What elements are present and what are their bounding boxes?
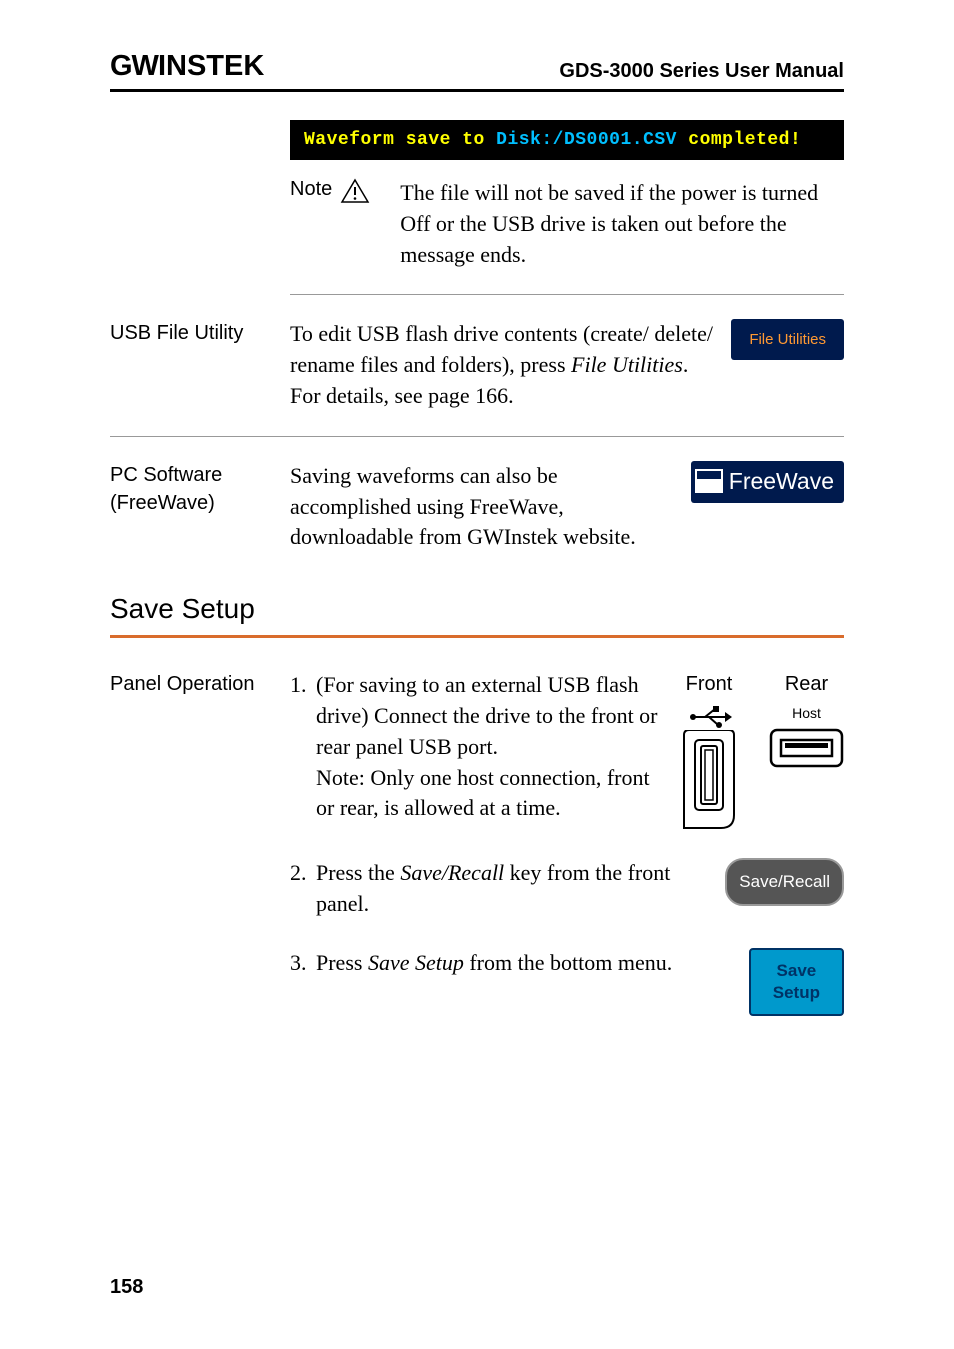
usb-rear-column: Rear Host	[769, 670, 844, 830]
banner-prefix: Waveform save to	[304, 130, 496, 150]
pc-software-text: Saving waveforms can also be accomplishe…	[290, 461, 681, 553]
orange-divider	[110, 635, 844, 638]
note-text: The file will not be saved if the power …	[400, 178, 844, 270]
panel-operation-step-3: 3. Press Save Setup from the bottom menu…	[110, 948, 844, 1016]
brand-logo: GWINSTEK	[110, 50, 264, 83]
waveform-save-banner: Waveform save to Disk:/DS0001.CSV comple…	[290, 120, 844, 160]
panel-operation-label: Panel Operation	[110, 670, 290, 698]
step-3-text: Press Save Setup from the bottom menu.	[316, 948, 729, 979]
step-1-text: (For saving to an external USB flash dri…	[316, 670, 661, 824]
freewave-badge: FreeWave	[691, 461, 844, 503]
step-1-number: 1.	[290, 670, 316, 701]
freewave-icon	[695, 469, 723, 493]
pc-software-section: PC Software (FreeWave) Saving waveforms …	[110, 461, 844, 553]
usb-front-port-icon	[679, 730, 739, 830]
warning-icon	[340, 178, 370, 204]
save-recall-button[interactable]: Save/Recall	[725, 858, 844, 906]
usb-rear-port-icon	[769, 728, 844, 768]
document-title: GDS-3000 Series User Manual	[559, 60, 844, 83]
usb-rear-label: Rear	[785, 670, 828, 698]
panel-operation-step-1: Panel Operation 1. (For saving to an ext…	[110, 670, 844, 830]
usb-file-utility-text: To edit USB flash drive contents (create…	[290, 319, 721, 411]
usb-front-column: Front	[679, 670, 739, 830]
save-setup-button[interactable]: Save Setup	[749, 948, 844, 1016]
divider	[110, 436, 844, 437]
banner-suffix: completed!	[677, 130, 801, 150]
step-3-number: 3.	[290, 948, 316, 979]
note-label: Note	[290, 178, 332, 201]
save-setup-heading: Save Setup	[110, 593, 844, 625]
file-utilities-button[interactable]: File Utilities	[731, 319, 844, 360]
step-2-text: Press the Save/Recall key from the front…	[316, 858, 705, 920]
page-number: 158	[110, 1276, 143, 1299]
usb-panel-diagram: Front Rear Ho	[679, 670, 844, 830]
step-2-number: 2.	[290, 858, 316, 889]
freewave-badge-text: FreeWave	[729, 465, 834, 497]
panel-operation-step-2: 2. Press the Save/Recall key from the fr…	[110, 858, 844, 920]
banner-disk-path: Disk:/DS0001.CSV	[496, 130, 677, 150]
page-header: GWINSTEK GDS-3000 Series User Manual	[110, 50, 844, 92]
usb-file-utility-label: USB File Utility	[110, 319, 290, 347]
usb-host-label: Host	[792, 704, 821, 724]
usb-file-utility-section: USB File Utility To edit USB flash drive…	[110, 319, 844, 411]
usb-symbol-icon	[687, 704, 732, 730]
pc-software-label: PC Software (FreeWave)	[110, 461, 290, 517]
usb-front-label: Front	[686, 670, 733, 698]
note-row: Note The file will not be saved if the p…	[290, 178, 844, 295]
